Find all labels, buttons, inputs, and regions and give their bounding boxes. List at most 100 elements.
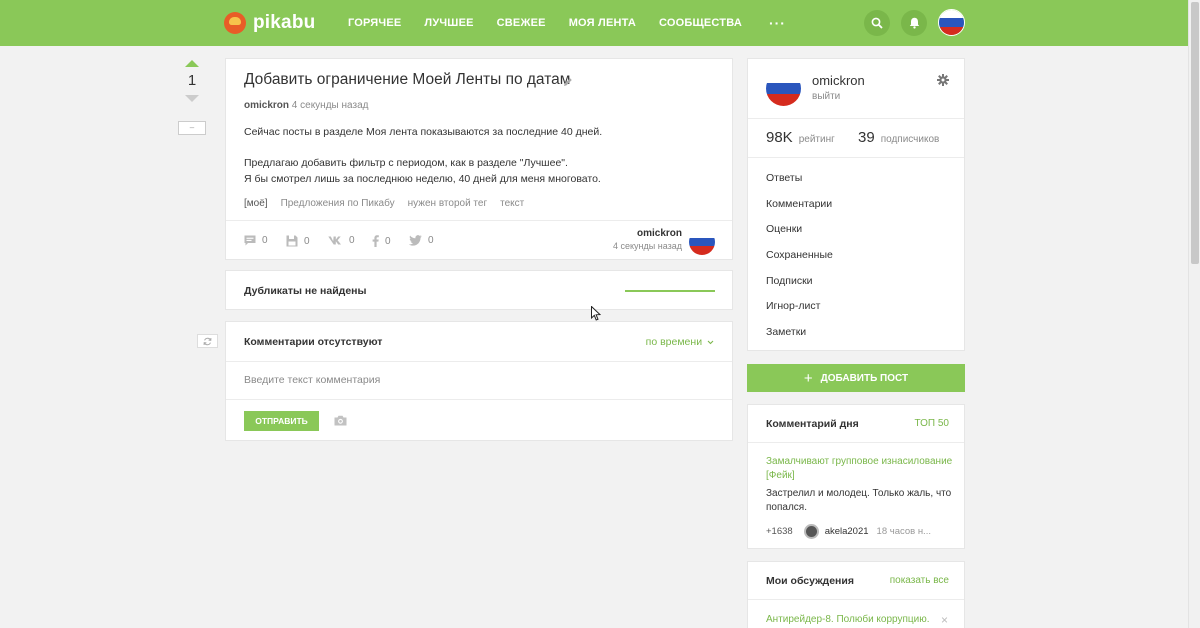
duplicates-progress-bar bbox=[625, 290, 715, 292]
comments-sort-label: по времени bbox=[645, 336, 703, 348]
menu-item-saved[interactable]: Сохраненные bbox=[766, 249, 833, 275]
comment-of-day-rating: +1638 bbox=[766, 526, 793, 537]
refresh-comments-button[interactable] bbox=[197, 334, 218, 348]
nav-fresh[interactable]: СВЕЖЕЕ bbox=[497, 17, 546, 29]
comments-sort-dropdown[interactable]: по времени bbox=[646, 336, 714, 348]
facebook-icon bbox=[372, 235, 379, 247]
story-tags: [моё] Предложения по Пикабу нужен второй… bbox=[244, 198, 537, 209]
top-50-link[interactable]: ТОП 50 bbox=[914, 418, 949, 429]
comment-input-row bbox=[226, 362, 732, 400]
twitter-count: 0 bbox=[428, 235, 434, 246]
profile-stats: 98K рейтинг 39 подписчиков bbox=[748, 118, 964, 158]
story-title[interactable]: Добавить ограничение Моей Ленты по датам bbox=[244, 71, 570, 89]
logout-link[interactable]: выйти bbox=[812, 91, 840, 102]
nav-communities[interactable]: СООБЩЕСТВА bbox=[659, 17, 742, 29]
story-paragraph: Сейчас посты в разделе Моя лента показыв… bbox=[244, 126, 603, 138]
logo-text: pikabu bbox=[253, 12, 316, 33]
scrollbar-thumb[interactable] bbox=[1191, 2, 1199, 264]
page-scrollbar[interactable] bbox=[1188, 0, 1200, 628]
tag-item[interactable]: Предложения по Пикабу bbox=[281, 198, 395, 209]
user-avatar-flag[interactable] bbox=[938, 9, 965, 36]
pikabu-logo[interactable]: pikabu bbox=[224, 10, 315, 36]
search-button[interactable] bbox=[864, 10, 890, 36]
nav-hot[interactable]: ГОРЯЧЕЕ bbox=[348, 17, 401, 29]
comment-author-avatar[interactable] bbox=[803, 524, 819, 539]
profile-subscribers[interactable]: 39 подписчиков bbox=[858, 129, 939, 146]
menu-item-ratings[interactable]: Оценки bbox=[766, 223, 833, 249]
profile-rating-label: рейтинг bbox=[798, 134, 835, 145]
story-rating: 1 bbox=[187, 72, 197, 89]
tag-item[interactable]: текст bbox=[500, 198, 524, 209]
story-paragraph: Предлагаю добавить фильтр с периодом, ка… bbox=[244, 157, 568, 169]
footer-author-time: 4 секунды назад bbox=[613, 241, 682, 251]
profile-avatar[interactable] bbox=[766, 71, 801, 106]
comment-of-day-text: Застрелил и молодец. Только жаль, что по… bbox=[766, 488, 952, 513]
comment-input[interactable] bbox=[244, 374, 704, 386]
comment-of-day-header: Комментарий дня ТОП 50 bbox=[748, 405, 964, 443]
story-footer-author[interactable]: omickron 4 секунды назад bbox=[613, 228, 682, 251]
story-time: 4 секунды назад bbox=[291, 100, 369, 111]
footer-author-name[interactable]: omickron bbox=[613, 228, 682, 239]
menu-item-notes[interactable]: Заметки bbox=[766, 326, 833, 352]
menu-item-comments[interactable]: Комментарии bbox=[766, 198, 833, 224]
profile-rating-value: 98K bbox=[766, 129, 793, 146]
profile-name[interactable]: omickron bbox=[812, 73, 865, 88]
vk-icon bbox=[328, 236, 341, 245]
notifications-button[interactable] bbox=[901, 10, 927, 36]
story-paragraph: Я бы смотрел лишь за последнюю неделю, 4… bbox=[244, 172, 601, 185]
bell-icon bbox=[909, 17, 919, 29]
my-discussions-title: Мои обсуждения bbox=[766, 575, 854, 587]
comment-bubble-icon bbox=[244, 235, 256, 246]
profile-menu: Ответы Комментарии Оценки Сохраненные По… bbox=[766, 172, 833, 352]
top-header: pikabu ГОРЯЧЕЕ ЛУЧШЕЕ СВЕЖЕЕ МОЯ ЛЕНТА С… bbox=[0, 0, 1188, 46]
comments-empty-label: Комментарии отсутствуют bbox=[244, 336, 383, 348]
nav-best[interactable]: ЛУЧШЕЕ bbox=[424, 17, 473, 29]
profile-card: omickron выйти 98K рейтинг 39 подписчико… bbox=[747, 58, 965, 351]
downvote-arrow-icon[interactable] bbox=[185, 95, 199, 102]
author-avatar[interactable] bbox=[689, 229, 715, 255]
nav-more-button[interactable]: ··· bbox=[769, 15, 786, 31]
nav-my-feed[interactable]: МОЯ ЛЕНТА bbox=[569, 17, 636, 29]
comment-of-day-post-link[interactable]: Замалчивают групповое изнасилование [Фей… bbox=[766, 455, 956, 483]
close-icon[interactable]: × bbox=[941, 613, 948, 627]
plus-icon: + bbox=[803, 369, 813, 387]
my-discussions-header: Мои обсуждения показать все bbox=[748, 562, 964, 600]
show-all-link[interactable]: показать все bbox=[890, 575, 949, 586]
edit-pencil-icon[interactable] bbox=[563, 77, 573, 87]
twitter-icon bbox=[409, 235, 422, 246]
twitter-share-action[interactable]: 0 bbox=[409, 235, 434, 246]
profile-subscribers-value: 39 bbox=[858, 129, 875, 146]
save-action[interactable]: 0 bbox=[286, 235, 310, 247]
mouse-cursor-icon bbox=[591, 306, 601, 321]
vk-share-action[interactable]: 0 bbox=[328, 235, 355, 246]
story-author[interactable]: omickron bbox=[244, 100, 289, 111]
duplicates-label: Дубликаты не найдены bbox=[244, 285, 367, 297]
pikabu-logo-icon bbox=[224, 12, 246, 34]
menu-item-replies[interactable]: Ответы bbox=[766, 172, 833, 198]
menu-item-subscriptions[interactable]: Подписки bbox=[766, 275, 833, 301]
comments-header: Комментарии отсутствуют по времени bbox=[226, 322, 732, 362]
discussion-item[interactable]: Антирейдер-8. Полюби коррупцию. bbox=[766, 614, 930, 625]
comment-of-day-footer: +1638 akela2021 18 часов н... bbox=[766, 524, 931, 539]
story-footer: 0 0 0 0 0 omickron 4 секунды назад bbox=[226, 220, 732, 260]
comment-author-name[interactable]: akela2021 bbox=[825, 526, 869, 537]
comment-of-day-title: Комментарий дня bbox=[766, 418, 859, 430]
gear-icon[interactable] bbox=[937, 74, 949, 86]
tag-item[interactable]: нужен второй тег bbox=[408, 198, 487, 209]
comment-of-day-card: Комментарий дня ТОП 50 Замалчивают групп… bbox=[747, 404, 965, 549]
comment-time: 18 часов н... bbox=[876, 526, 931, 537]
send-comment-button[interactable]: ОТПРАВИТЬ bbox=[244, 411, 319, 431]
saves-count: 0 bbox=[304, 235, 310, 247]
refresh-icon bbox=[203, 337, 212, 345]
tag-mine[interactable]: [моё] bbox=[244, 198, 268, 209]
collapse-button[interactable]: – bbox=[178, 121, 206, 135]
my-discussions-card: Мои обсуждения показать все Антирейдер-8… bbox=[747, 561, 965, 628]
upvote-arrow-icon[interactable] bbox=[185, 60, 199, 67]
facebook-share-action[interactable]: 0 bbox=[372, 235, 391, 247]
comments-action[interactable]: 0 bbox=[244, 235, 268, 246]
menu-item-ignore-list[interactable]: Игнор-лист bbox=[766, 300, 833, 326]
add-post-button[interactable]: + ДОБАВИТЬ ПОСТ bbox=[747, 364, 965, 392]
camera-icon[interactable] bbox=[334, 415, 347, 426]
comments-count: 0 bbox=[262, 235, 268, 246]
story-body: Сейчас посты в разделе Моя лента показыв… bbox=[244, 125, 602, 187]
